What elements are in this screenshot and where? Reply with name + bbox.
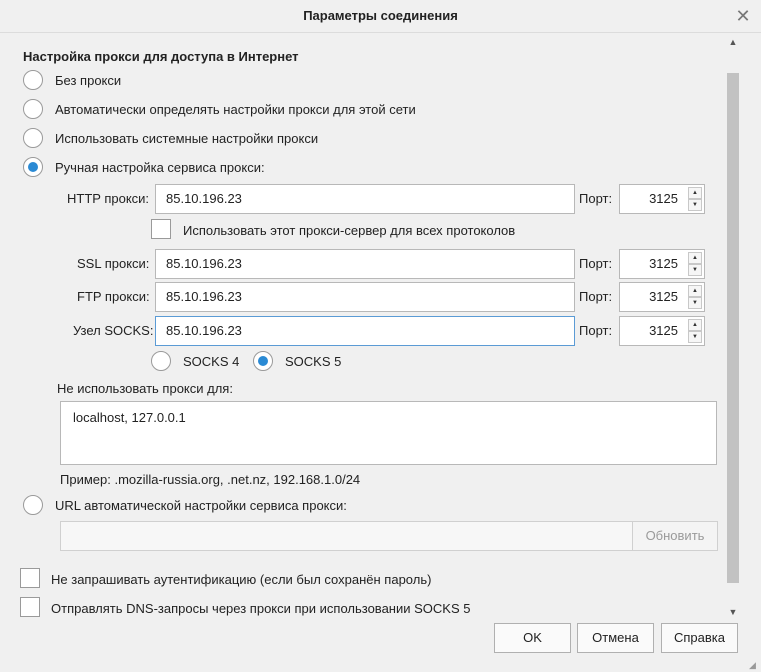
http-port-label: Порт:: [579, 191, 613, 206]
spin-up-icon[interactable]: ▲: [688, 252, 702, 264]
radio-auto-detect[interactable]: [23, 99, 43, 119]
socks-dns-checkbox[interactable]: [20, 597, 40, 617]
spin-up-icon[interactable]: ▲: [688, 319, 702, 331]
socks-host-label: Узел SOCKS:: [73, 323, 154, 338]
radio-auto-config[interactable]: [23, 495, 43, 515]
spin-down-icon[interactable]: ▼: [688, 331, 702, 343]
http-port-spinner[interactable]: 3125 ▲ ▼: [619, 184, 705, 214]
ftp-port-stepper: ▲ ▼: [688, 285, 702, 309]
ok-button[interactable]: OK: [494, 623, 571, 653]
ftp-port-label: Порт:: [579, 289, 613, 304]
ftp-port-value[interactable]: 3125: [649, 283, 678, 311]
radio-system[interactable]: [23, 128, 43, 148]
scroll-down-icon[interactable]: ▼: [725, 605, 741, 619]
radio-socks5[interactable]: [253, 351, 273, 371]
no-auth-prompt-checkbox[interactable]: [20, 568, 40, 588]
spin-up-icon[interactable]: ▲: [688, 187, 702, 199]
scroll-thumb[interactable]: [727, 73, 739, 583]
http-port-stepper: ▲ ▼: [688, 187, 702, 211]
radio-socks5-label[interactable]: SOCKS 5: [285, 354, 341, 369]
share-all-checkbox[interactable]: [151, 219, 171, 239]
socks-port-label: Порт:: [579, 323, 613, 338]
spin-down-icon[interactable]: ▼: [688, 297, 702, 309]
help-button[interactable]: Справка: [661, 623, 738, 653]
socks-dns-label[interactable]: Отправлять DNS-запросы через прокси при …: [51, 601, 470, 616]
socks-host-input[interactable]: 85.10.196.23: [155, 316, 575, 346]
socks-port-spinner[interactable]: 3125 ▲ ▼: [619, 316, 705, 346]
vertical-scrollbar[interactable]: ▲ ▼: [725, 33, 741, 621]
ftp-proxy-label: FTP прокси:: [77, 289, 150, 304]
radio-auto-detect-label[interactable]: Автоматически определять настройки прокс…: [55, 102, 416, 117]
no-proxy-for-label: Не использовать прокси для:: [57, 381, 233, 396]
radio-socks4[interactable]: [151, 351, 171, 371]
radio-auto-config-label[interactable]: URL автоматической настройки сервиса про…: [55, 498, 347, 513]
ftp-proxy-input[interactable]: 85.10.196.23: [155, 282, 575, 312]
ssl-port-stepper: ▲ ▼: [688, 252, 702, 276]
radio-system-label[interactable]: Использовать системные настройки прокси: [55, 131, 318, 146]
spin-down-icon[interactable]: ▼: [688, 199, 702, 211]
reload-button[interactable]: Обновить: [632, 521, 718, 551]
close-icon[interactable]: ✕: [733, 6, 753, 26]
spin-up-icon[interactable]: ▲: [688, 285, 702, 297]
http-proxy-input[interactable]: 85.10.196.23: [155, 184, 575, 214]
radio-no-proxy[interactable]: [23, 70, 43, 90]
radio-socks4-label[interactable]: SOCKS 4: [183, 354, 239, 369]
ssl-proxy-label: SSL прокси:: [77, 256, 150, 271]
dialog-content: Настройка прокси для доступа в Интернет …: [0, 33, 741, 621]
title-bar: Параметры соединения ✕: [0, 0, 761, 33]
auto-config-url-input[interactable]: [60, 521, 633, 551]
ftp-port-spinner[interactable]: 3125 ▲ ▼: [619, 282, 705, 312]
socks-port-value[interactable]: 3125: [649, 317, 678, 345]
socks-port-stepper: ▲ ▼: [688, 319, 702, 343]
ssl-port-value[interactable]: 3125: [649, 250, 678, 278]
share-all-label[interactable]: Использовать этот прокси-сервер для всех…: [183, 223, 515, 238]
no-auth-prompt-label[interactable]: Не запрашивать аутентификацию (если был …: [51, 572, 431, 587]
ssl-port-spinner[interactable]: 3125 ▲ ▼: [619, 249, 705, 279]
scroll-up-icon[interactable]: ▲: [725, 35, 741, 49]
no-proxy-for-textarea[interactable]: localhost, 127.0.0.1: [60, 401, 717, 465]
cancel-button[interactable]: Отмена: [577, 623, 654, 653]
http-port-value[interactable]: 3125: [649, 185, 678, 213]
http-proxy-label: HTTP прокси:: [67, 191, 150, 206]
radio-no-proxy-label[interactable]: Без прокси: [55, 73, 121, 88]
no-proxy-example: Пример: .mozilla-russia.org, .net.nz, 19…: [60, 472, 361, 487]
radio-manual[interactable]: [23, 157, 43, 177]
ssl-proxy-input[interactable]: 85.10.196.23: [155, 249, 575, 279]
spin-down-icon[interactable]: ▼: [688, 264, 702, 276]
ssl-port-label: Порт:: [579, 256, 613, 271]
section-title: Настройка прокси для доступа в Интернет: [23, 49, 299, 64]
radio-manual-label[interactable]: Ручная настройка сервиса прокси:: [55, 160, 265, 175]
resize-grip-icon[interactable]: ◢: [749, 660, 759, 670]
dialog-title: Параметры соединения: [303, 8, 458, 23]
